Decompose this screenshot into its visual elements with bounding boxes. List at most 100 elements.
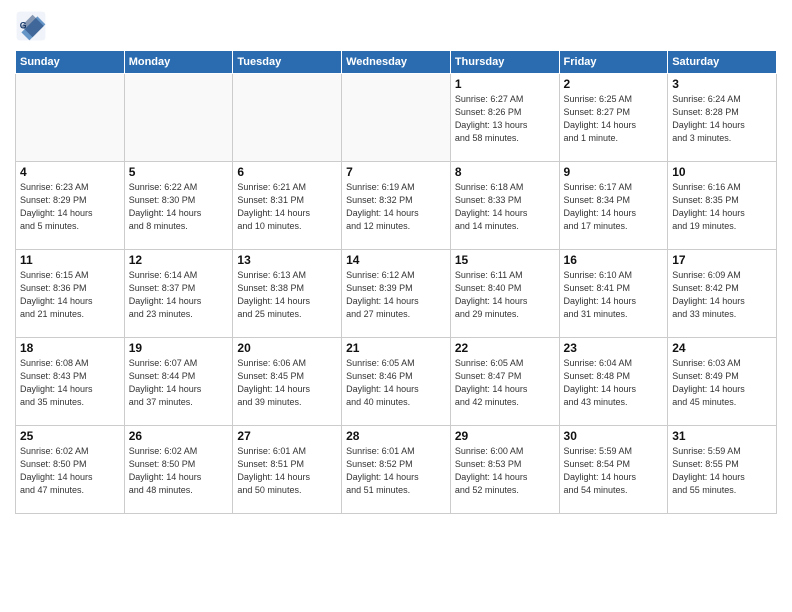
day-info: Sunrise: 6:05 AM Sunset: 8:46 PM Dayligh… xyxy=(346,357,446,409)
calendar-cell: 3 Sunrise: 6:24 AM Sunset: 8:28 PM Daylig… xyxy=(668,74,777,162)
calendar-cell: 24 Sunrise: 6:03 AM Sunset: 8:49 PM Dayli… xyxy=(668,338,777,426)
calendar-cell: 10 Sunrise: 6:16 AM Sunset: 8:35 PM Dayli… xyxy=(668,162,777,250)
day-info: Sunrise: 6:14 AM Sunset: 8:37 PM Dayligh… xyxy=(129,269,229,321)
day-info: Sunrise: 6:01 AM Sunset: 8:51 PM Dayligh… xyxy=(237,445,337,497)
day-number: 16 xyxy=(564,253,664,267)
calendar-cell: 1 Sunrise: 6:27 AM Sunset: 8:26 PM Daylig… xyxy=(450,74,559,162)
day-number: 21 xyxy=(346,341,446,355)
day-info: Sunrise: 5:59 AM Sunset: 8:54 PM Dayligh… xyxy=(564,445,664,497)
day-number: 19 xyxy=(129,341,229,355)
calendar-cell: 15 Sunrise: 6:11 AM Sunset: 8:40 PM Dayli… xyxy=(450,250,559,338)
calendar-cell: 30 Sunrise: 5:59 AM Sunset: 8:54 PM Dayli… xyxy=(559,426,668,514)
day-number: 27 xyxy=(237,429,337,443)
svg-text:G: G xyxy=(20,20,27,30)
calendar-cell: 13Sunrise: 6:13 AM Sunset: 8:38 PM Dayli… xyxy=(233,250,342,338)
day-info: Sunrise: 6:27 AM Sunset: 8:26 PM Dayligh… xyxy=(455,93,555,145)
day-number: 10 xyxy=(672,165,772,179)
weekday-header-saturday: Saturday xyxy=(668,51,777,74)
day-info: Sunrise: 6:23 AM Sunset: 8:29 PM Dayligh… xyxy=(20,181,120,233)
week-row-2: 11 Sunrise: 6:15 AM Sunset: 8:36 PM Dayli… xyxy=(16,250,777,338)
day-number: 28 xyxy=(346,429,446,443)
calendar-cell xyxy=(16,74,125,162)
weekday-header-wednesday: Wednesday xyxy=(342,51,451,74)
day-number: 31 xyxy=(672,429,772,443)
day-info: Sunrise: 6:17 AM Sunset: 8:34 PM Dayligh… xyxy=(564,181,664,233)
calendar-cell: 27 Sunrise: 6:01 AM Sunset: 8:51 PM Dayli… xyxy=(233,426,342,514)
calendar-cell: 18 Sunrise: 6:08 AM Sunset: 8:43 PM Dayli… xyxy=(16,338,125,426)
day-number: 9 xyxy=(564,165,664,179)
day-info: Sunrise: 6:00 AM Sunset: 8:53 PM Dayligh… xyxy=(455,445,555,497)
day-info: Sunrise: 6:11 AM Sunset: 8:40 PM Dayligh… xyxy=(455,269,555,321)
calendar-cell: 12Sunrise: 6:14 AM Sunset: 8:37 PM Dayli… xyxy=(124,250,233,338)
weekday-header-monday: Monday xyxy=(124,51,233,74)
day-info: Sunrise: 6:24 AM Sunset: 8:28 PM Dayligh… xyxy=(672,93,772,145)
day-number: 8 xyxy=(455,165,555,179)
calendar-cell: 14 Sunrise: 6:12 AM Sunset: 8:39 PM Dayli… xyxy=(342,250,451,338)
day-info: Sunrise: 6:21 AM Sunset: 8:31 PM Dayligh… xyxy=(237,181,337,233)
calendar-cell: 4 Sunrise: 6:23 AM Sunset: 8:29 PM Daylig… xyxy=(16,162,125,250)
day-info: Sunrise: 6:02 AM Sunset: 8:50 PM Dayligh… xyxy=(20,445,120,497)
day-info: Sunrise: 6:09 AM Sunset: 8:42 PM Dayligh… xyxy=(672,269,772,321)
day-info: Sunrise: 6:07 AM Sunset: 8:44 PM Dayligh… xyxy=(129,357,229,409)
day-number: 11 xyxy=(20,253,120,267)
calendar-cell: 19 Sunrise: 6:07 AM Sunset: 8:44 PM Dayli… xyxy=(124,338,233,426)
header: G xyxy=(15,10,777,42)
day-number: 30 xyxy=(564,429,664,443)
day-info: Sunrise: 6:18 AM Sunset: 8:33 PM Dayligh… xyxy=(455,181,555,233)
day-number: 14 xyxy=(346,253,446,267)
calendar-cell: 5Sunrise: 6:22 AM Sunset: 8:30 PM Daylig… xyxy=(124,162,233,250)
calendar-cell: 28 Sunrise: 6:01 AM Sunset: 8:52 PM Dayli… xyxy=(342,426,451,514)
day-info: Sunrise: 6:19 AM Sunset: 8:32 PM Dayligh… xyxy=(346,181,446,233)
calendar-cell xyxy=(124,74,233,162)
day-info: Sunrise: 6:22 AM Sunset: 8:30 PM Dayligh… xyxy=(129,181,229,233)
day-info: Sunrise: 6:03 AM Sunset: 8:49 PM Dayligh… xyxy=(672,357,772,409)
weekday-header-sunday: Sunday xyxy=(16,51,125,74)
calendar-cell: 21 Sunrise: 6:05 AM Sunset: 8:46 PM Dayli… xyxy=(342,338,451,426)
day-info: Sunrise: 6:16 AM Sunset: 8:35 PM Dayligh… xyxy=(672,181,772,233)
page: G SundayMondayTuesdayWednesdayThursdayFr… xyxy=(0,0,792,612)
day-number: 25 xyxy=(20,429,120,443)
day-info: Sunrise: 6:05 AM Sunset: 8:47 PM Dayligh… xyxy=(455,357,555,409)
day-number: 23 xyxy=(564,341,664,355)
calendar-cell: 6 Sunrise: 6:21 AM Sunset: 8:31 PM Daylig… xyxy=(233,162,342,250)
calendar-cell: 17Sunrise: 6:09 AM Sunset: 8:42 PM Dayli… xyxy=(668,250,777,338)
day-number: 6 xyxy=(237,165,337,179)
day-info: Sunrise: 6:04 AM Sunset: 8:48 PM Dayligh… xyxy=(564,357,664,409)
calendar-cell: 9 Sunrise: 6:17 AM Sunset: 8:34 PM Daylig… xyxy=(559,162,668,250)
logo: G xyxy=(15,10,51,42)
weekday-header-row: SundayMondayTuesdayWednesdayThursdayFrid… xyxy=(16,51,777,74)
week-row-0: 1 Sunrise: 6:27 AM Sunset: 8:26 PM Daylig… xyxy=(16,74,777,162)
day-number: 24 xyxy=(672,341,772,355)
day-number: 1 xyxy=(455,77,555,91)
day-number: 15 xyxy=(455,253,555,267)
weekday-header-tuesday: Tuesday xyxy=(233,51,342,74)
calendar-cell: 26Sunrise: 6:02 AM Sunset: 8:50 PM Dayli… xyxy=(124,426,233,514)
day-info: Sunrise: 6:12 AM Sunset: 8:39 PM Dayligh… xyxy=(346,269,446,321)
calendar-cell: 16 Sunrise: 6:10 AM Sunset: 8:41 PM Dayli… xyxy=(559,250,668,338)
day-info: Sunrise: 6:06 AM Sunset: 8:45 PM Dayligh… xyxy=(237,357,337,409)
calendar-cell: 31 Sunrise: 5:59 AM Sunset: 8:55 PM Dayli… xyxy=(668,426,777,514)
day-number: 4 xyxy=(20,165,120,179)
day-number: 20 xyxy=(237,341,337,355)
day-info: Sunrise: 6:15 AM Sunset: 8:36 PM Dayligh… xyxy=(20,269,120,321)
calendar-cell: 11 Sunrise: 6:15 AM Sunset: 8:36 PM Dayli… xyxy=(16,250,125,338)
day-info: Sunrise: 6:13 AM Sunset: 8:38 PM Dayligh… xyxy=(237,269,337,321)
day-number: 26 xyxy=(129,429,229,443)
day-number: 29 xyxy=(455,429,555,443)
calendar-cell: 29 Sunrise: 6:00 AM Sunset: 8:53 PM Dayli… xyxy=(450,426,559,514)
day-number: 3 xyxy=(672,77,772,91)
day-info: Sunrise: 6:10 AM Sunset: 8:41 PM Dayligh… xyxy=(564,269,664,321)
calendar-cell: 23 Sunrise: 6:04 AM Sunset: 8:48 PM Dayli… xyxy=(559,338,668,426)
week-row-4: 25 Sunrise: 6:02 AM Sunset: 8:50 PM Dayli… xyxy=(16,426,777,514)
logo-icon: G xyxy=(15,10,47,42)
day-info: Sunrise: 6:08 AM Sunset: 8:43 PM Dayligh… xyxy=(20,357,120,409)
day-number: 2 xyxy=(564,77,664,91)
week-row-3: 18 Sunrise: 6:08 AM Sunset: 8:43 PM Dayli… xyxy=(16,338,777,426)
week-row-1: 4 Sunrise: 6:23 AM Sunset: 8:29 PM Daylig… xyxy=(16,162,777,250)
day-info: Sunrise: 6:01 AM Sunset: 8:52 PM Dayligh… xyxy=(346,445,446,497)
calendar-cell: 20 Sunrise: 6:06 AM Sunset: 8:45 PM Dayli… xyxy=(233,338,342,426)
calendar-cell: 8 Sunrise: 6:18 AM Sunset: 8:33 PM Daylig… xyxy=(450,162,559,250)
day-number: 18 xyxy=(20,341,120,355)
calendar-cell: 7Sunrise: 6:19 AM Sunset: 8:32 PM Daylig… xyxy=(342,162,451,250)
day-info: Sunrise: 5:59 AM Sunset: 8:55 PM Dayligh… xyxy=(672,445,772,497)
